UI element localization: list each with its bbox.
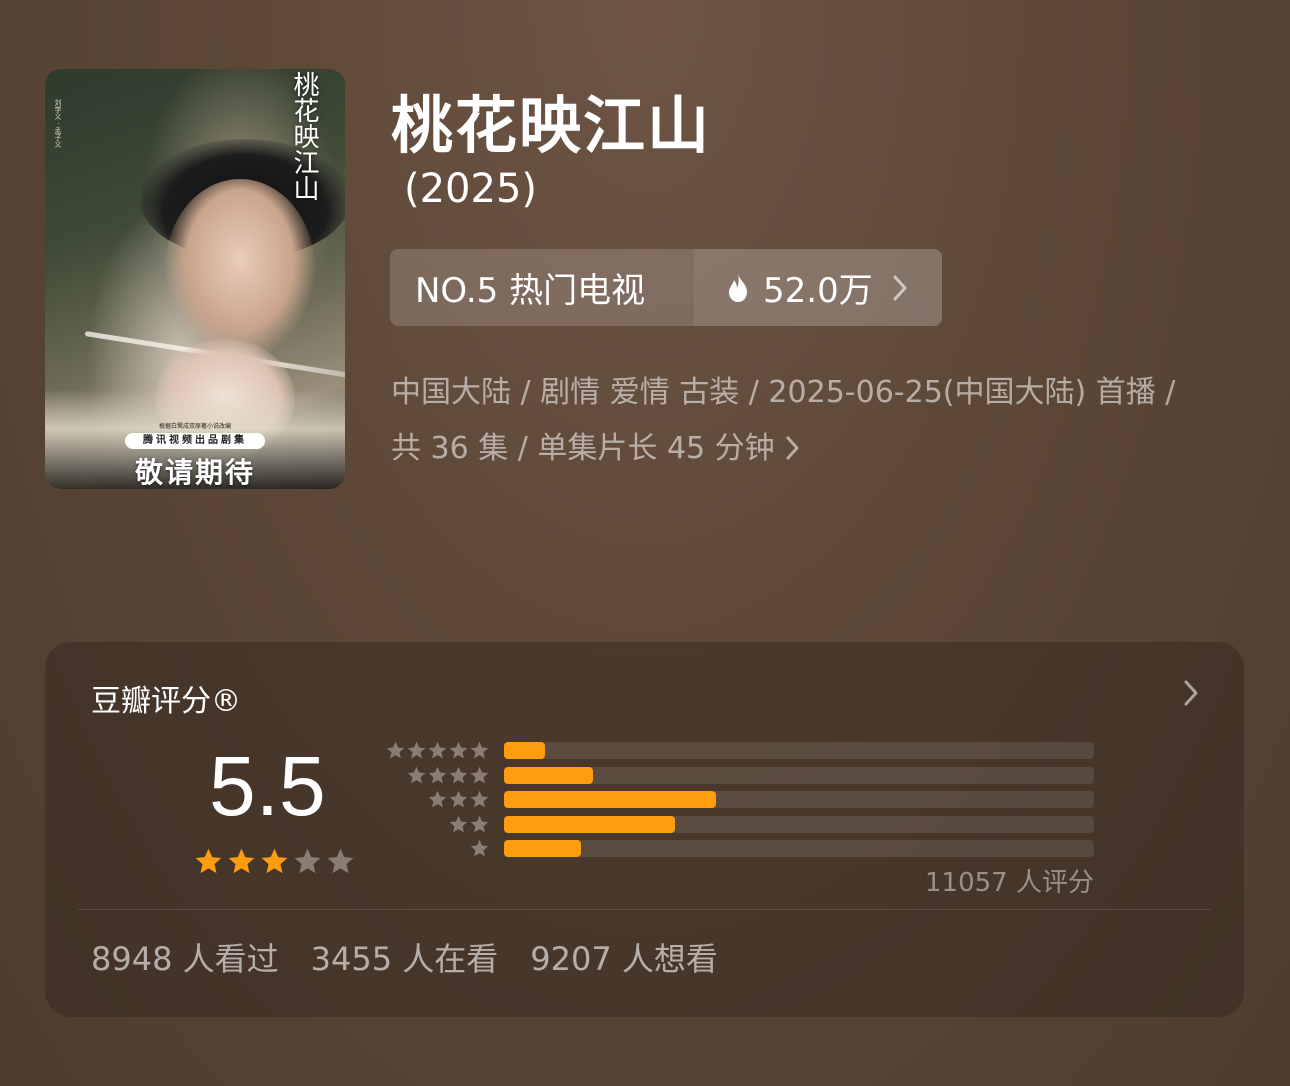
- star-icon: [261, 848, 288, 874]
- meta-line-1: 中国大陆 / 剧情 爱情 古装 / 2025-06-25(中国大陆) 首播 /: [391, 375, 1176, 410]
- star-icon: [428, 741, 447, 759]
- watched-count[interactable]: 8948 人看过: [91, 934, 279, 980]
- distribution-bar-track: [504, 766, 1094, 784]
- divider: [78, 909, 1211, 910]
- distribution-stars: [427, 789, 490, 810]
- watching-count[interactable]: 3455 人在看: [311, 934, 499, 980]
- fire-icon: [729, 273, 747, 302]
- rank-label[interactable]: NO.5 热门电视: [390, 249, 695, 326]
- distribution-stars: [448, 814, 490, 835]
- distribution-bar-track: [504, 815, 1094, 833]
- star-icon: [228, 848, 255, 874]
- distribution-stars: [385, 740, 490, 761]
- star-icon: [428, 766, 447, 783]
- distribution-bar-5-star: [504, 742, 546, 759]
- poster-badge: 腾讯视频出品剧集: [125, 433, 265, 449]
- distribution-stars: [406, 765, 490, 786]
- meta-line-2: 共 36 集 / 单集片长 45 分钟: [391, 431, 775, 466]
- rank-label-text: NO.5 热门电视: [415, 271, 646, 311]
- chevron-right-icon: [786, 436, 799, 460]
- star-icon: [470, 766, 489, 783]
- star-icon: [407, 766, 426, 783]
- heat-button[interactable]: 52.0万: [695, 249, 942, 326]
- chevron-right-icon: [893, 275, 907, 300]
- distribution-bar-2-star: [504, 815, 676, 833]
- rater-count: 11057 人评分: [925, 868, 1094, 898]
- distribution-bar-track: [504, 840, 1094, 857]
- star-icon: [407, 741, 426, 759]
- poster-cast: 刘学义 · 孟子义: [54, 99, 62, 148]
- rating-score: 5.5: [209, 739, 326, 833]
- distribution-bar-track: [504, 791, 1094, 808]
- star-icon: [470, 790, 489, 808]
- rating-title: 豆瓣评分®: [91, 684, 241, 719]
- star-icon: [470, 741, 489, 759]
- poster-title: 桃花映江山: [289, 71, 319, 201]
- star-icon: [449, 790, 468, 808]
- star-icon: [470, 839, 489, 857]
- chevron-right-icon[interactable]: [1182, 678, 1200, 708]
- star-icon: [449, 741, 468, 759]
- poster-figure-male: [165, 179, 315, 359]
- distribution-bar-4-star: [504, 766, 593, 784]
- page-title: 桃花映江山: [391, 89, 712, 162]
- watermark: [484, 1034, 804, 1074]
- heat-value: 52.0万: [763, 271, 873, 311]
- rating-stars: [193, 846, 356, 877]
- star-icon: [195, 848, 222, 874]
- poster-small-text: 根据白鹭成双原著小说改编: [158, 423, 231, 430]
- star-icon: [294, 848, 321, 874]
- distribution-bar-1-star: [504, 840, 581, 857]
- poster-image[interactable]: 桃花映江山 刘学义 · 孟子义 根据白鹭成双原著小说改编 腾讯视频出品剧集 敬请…: [45, 69, 345, 489]
- star-icon: [428, 790, 447, 808]
- star-icon: [470, 815, 489, 832]
- star-icon: [386, 741, 405, 759]
- show-meta[interactable]: 中国大陆 / 剧情 爱情 古装 / 2025-06-25(中国大陆) 首播 / …: [391, 365, 1251, 477]
- distribution-stars: [469, 838, 490, 859]
- distribution-bar-track: [504, 742, 1094, 759]
- watch-stats: 8948 人看过 3455 人在看 9207 人想看: [91, 934, 718, 980]
- distribution-bar-3-star: [504, 791, 717, 808]
- wish-count[interactable]: 9207 人想看: [530, 934, 718, 980]
- meta-line-2-wrap: 共 36 集 / 单集片长 45 分钟: [391, 421, 1251, 477]
- release-year: (2025): [404, 166, 538, 212]
- star-icon: [449, 815, 468, 832]
- rating-card[interactable]: 豆瓣评分® 5.5 11057 人评分 8948 人看过 3455 人在看 92…: [45, 642, 1244, 1017]
- star-icon: [449, 766, 468, 783]
- star-icon: [327, 848, 354, 874]
- poster-tagline: 敬请期待: [134, 456, 255, 489]
- rank-bar[interactable]: NO.5 热门电视 52.0万: [390, 249, 942, 326]
